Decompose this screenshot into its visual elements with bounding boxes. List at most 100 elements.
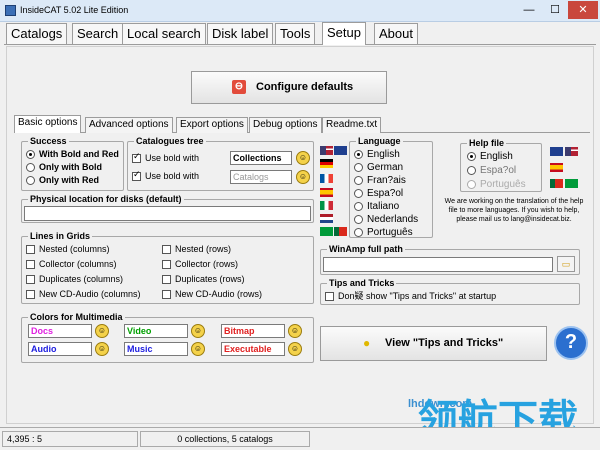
cancel-icon: ⊖ bbox=[232, 80, 246, 94]
portugal-flag-icon bbox=[334, 227, 347, 236]
uk-flag-icon bbox=[550, 147, 563, 156]
use-bold-catalogs-checkbox[interactable]: Use bold with bbox=[132, 171, 199, 182]
success-option-red[interactable]: Only with Red bbox=[26, 175, 99, 186]
palette-icon[interactable]: ☺ bbox=[191, 342, 205, 356]
music-color-field[interactable]: Music bbox=[124, 342, 188, 356]
bitmap-color-field[interactable]: Bitmap bbox=[221, 324, 285, 338]
help-icon[interactable]: ? bbox=[554, 326, 588, 360]
executable-color-field[interactable]: Executable bbox=[221, 342, 285, 356]
tab-readme[interactable]: Readme.txt bbox=[322, 117, 382, 133]
french-flag-icon bbox=[320, 174, 333, 183]
title-bar: InsideCAT 5.02 Lite Edition — ☐ ✕ bbox=[0, 0, 600, 22]
physical-location-title: Physical location for disks (default) bbox=[28, 194, 184, 204]
dont-show-tips-checkbox[interactable]: Don疑 show "Tips and Tricks" at startup bbox=[325, 291, 496, 302]
tab-advanced-options[interactable]: Advanced options bbox=[85, 117, 173, 133]
winamp-title: WinAmp full path bbox=[327, 244, 405, 254]
winamp-group: WinAmp full path ▭ bbox=[320, 244, 580, 275]
tab-about[interactable]: About bbox=[374, 23, 418, 44]
tab-disk-label[interactable]: Disk label bbox=[207, 23, 274, 44]
catalogues-tree-title: Catalogues tree bbox=[134, 136, 206, 146]
help-english-radio[interactable]: English bbox=[467, 151, 513, 162]
collections-color-field[interactable]: Collections bbox=[230, 151, 292, 165]
language-french-radio[interactable]: Fran?ais bbox=[354, 175, 406, 186]
language-group: Language English German Fran?ais Espa?ol… bbox=[349, 136, 433, 238]
maximize-button[interactable]: ☐ bbox=[542, 1, 568, 19]
tab-export-options[interactable]: Export options bbox=[176, 117, 248, 133]
language-dutch-radio[interactable]: Nederlands bbox=[354, 214, 418, 225]
new-cd-audio-rows-checkbox[interactable]: New CD-Audio (rows) bbox=[162, 289, 262, 300]
palette-icon[interactable]: ☺ bbox=[296, 170, 310, 184]
app-icon bbox=[5, 5, 16, 16]
use-bold-collections-checkbox[interactable]: Use bold with bbox=[132, 153, 199, 164]
duplicates-rows-checkbox[interactable]: Duplicates (rows) bbox=[162, 274, 245, 285]
physical-location-group: Physical location for disks (default) bbox=[21, 194, 314, 223]
language-title: Language bbox=[356, 136, 403, 146]
collector-columns-checkbox[interactable]: Collector (columns) bbox=[26, 259, 117, 270]
lines-in-grids-title: Lines in Grids bbox=[28, 231, 93, 241]
view-tips-label: View "Tips and Tricks" bbox=[385, 337, 504, 349]
palette-icon[interactable]: ☺ bbox=[95, 342, 109, 356]
video-color-field[interactable]: Video bbox=[124, 324, 188, 338]
tab-setup[interactable]: Setup bbox=[322, 22, 366, 45]
duplicates-columns-checkbox[interactable]: Duplicates (columns) bbox=[26, 274, 123, 285]
brazil-flag-icon bbox=[320, 227, 333, 236]
help-file-title: Help file bbox=[467, 138, 507, 148]
portugal-flag-icon bbox=[550, 179, 563, 188]
spanish-flag-icon bbox=[320, 188, 333, 197]
colors-multimedia-title: Colors for Multimedia bbox=[28, 312, 125, 322]
tips-title: Tips and Tricks bbox=[327, 278, 397, 288]
success-title: Success bbox=[28, 136, 69, 146]
tab-search[interactable]: Search bbox=[72, 23, 124, 44]
language-german-radio[interactable]: German bbox=[354, 162, 403, 173]
nested-columns-checkbox[interactable]: Nested (columns) bbox=[26, 244, 110, 255]
audio-color-field[interactable]: Audio bbox=[28, 342, 92, 356]
language-spanish-radio[interactable]: Espa?ol bbox=[354, 188, 403, 199]
help-flags bbox=[550, 147, 580, 191]
italian-flag-icon bbox=[320, 201, 333, 210]
bulb-icon: ● bbox=[363, 336, 371, 350]
help-portuguese-radio[interactable]: Português bbox=[467, 179, 526, 190]
winamp-path-input[interactable] bbox=[323, 257, 553, 272]
colors-multimedia-group: Colors for Multimedia Docs ☺ Video ☺ Bit… bbox=[21, 312, 314, 363]
status-position: 4,395 : 5 bbox=[2, 431, 138, 447]
help-spanish-radio[interactable]: Espa?ol bbox=[467, 165, 516, 176]
configure-defaults-label: Configure defaults bbox=[256, 81, 354, 93]
catalogs-color-field[interactable]: Catalogs bbox=[230, 170, 292, 184]
nested-rows-checkbox[interactable]: Nested (rows) bbox=[162, 244, 231, 255]
translation-note: We are working on the translation of the… bbox=[444, 198, 584, 223]
tab-tools[interactable]: Tools bbox=[275, 23, 316, 44]
window-title: InsideCAT 5.02 Lite Edition bbox=[20, 5, 129, 15]
tab-basic-options[interactable]: Basic options bbox=[14, 115, 82, 133]
language-portuguese-radio[interactable]: Português bbox=[354, 227, 413, 238]
lines-in-grids-group: Lines in Grids Nested (columns) Collecto… bbox=[21, 231, 314, 304]
language-english-radio[interactable]: English bbox=[354, 149, 400, 160]
language-italian-radio[interactable]: Italiano bbox=[354, 201, 399, 212]
new-cd-audio-columns-checkbox[interactable]: New CD-Audio (columns) bbox=[26, 289, 141, 300]
palette-icon[interactable]: ☺ bbox=[288, 324, 302, 338]
palette-icon[interactable]: ☺ bbox=[95, 324, 109, 338]
german-flag-icon bbox=[320, 159, 333, 168]
configure-defaults-button[interactable]: ⊖ Configure defaults bbox=[191, 71, 387, 104]
view-tips-button[interactable]: ● View "Tips and Tricks" bbox=[320, 326, 547, 361]
status-summary: 0 collections, 5 catalogs bbox=[140, 431, 310, 447]
tab-local-search[interactable]: Local search bbox=[122, 23, 206, 44]
tab-debug-options[interactable]: Debug options bbox=[249, 117, 322, 133]
palette-icon[interactable]: ☺ bbox=[191, 324, 205, 338]
spanish-flag-icon bbox=[550, 163, 563, 172]
collector-rows-checkbox[interactable]: Collector (rows) bbox=[162, 259, 238, 270]
close-button[interactable]: ✕ bbox=[568, 1, 598, 19]
success-option-bold-red[interactable]: With Bold and Red bbox=[26, 149, 119, 160]
success-option-bold[interactable]: Only with Bold bbox=[26, 162, 102, 173]
palette-icon[interactable]: ☺ bbox=[288, 342, 302, 356]
dutch-flag-icon bbox=[320, 214, 333, 223]
tips-group: Tips and Tricks Don疑 show "Tips and Tric… bbox=[320, 278, 580, 305]
language-flags bbox=[320, 146, 348, 238]
tab-catalogs[interactable]: Catalogs bbox=[6, 23, 68, 44]
folder-icon[interactable]: ▭ bbox=[557, 256, 575, 272]
minimize-button[interactable]: — bbox=[516, 1, 542, 19]
us-flag-icon bbox=[320, 146, 333, 155]
physical-location-input[interactable] bbox=[24, 206, 311, 221]
palette-icon[interactable]: ☺ bbox=[296, 151, 310, 165]
docs-color-field[interactable]: Docs bbox=[28, 324, 92, 338]
status-bar: 4,395 : 5 0 collections, 5 catalogs bbox=[0, 427, 600, 450]
